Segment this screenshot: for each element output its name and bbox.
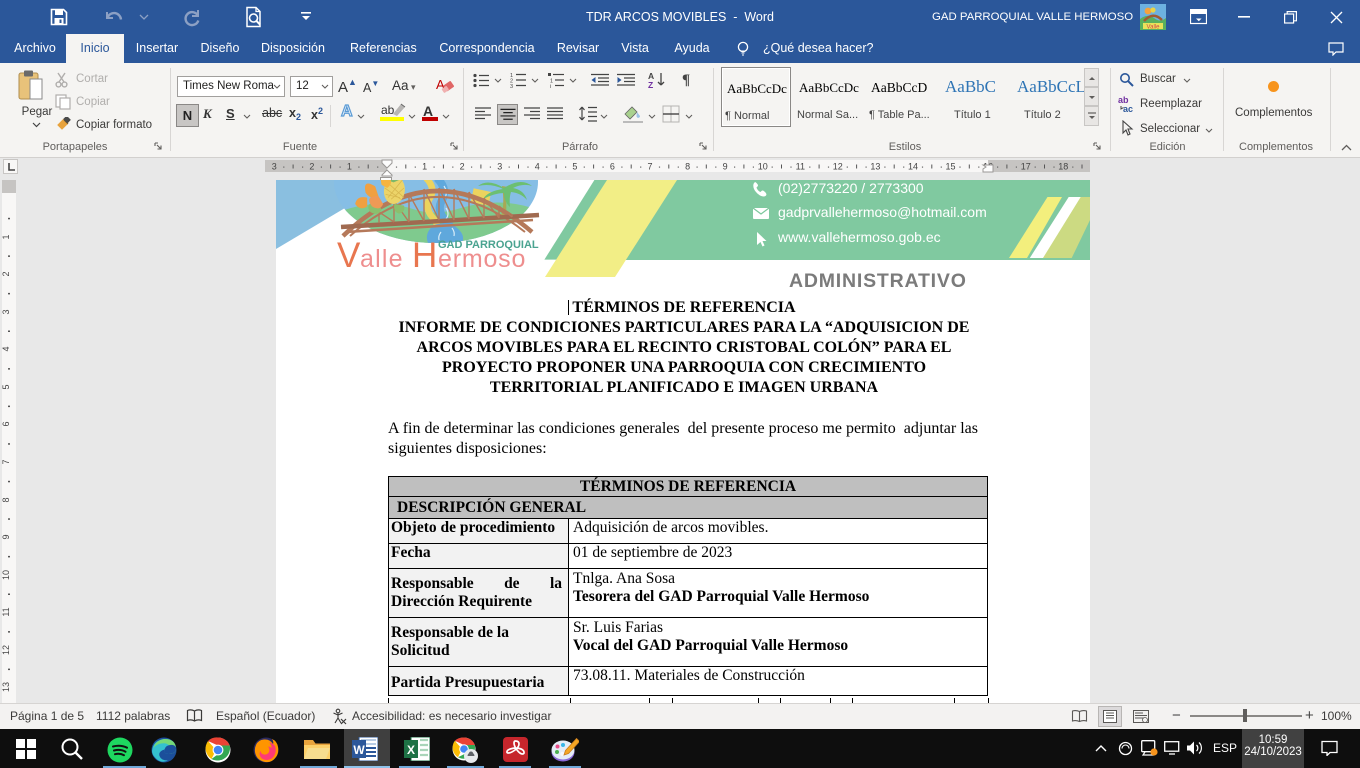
svg-text:12: 12 — [2, 645, 11, 655]
svg-text:15: 15 — [945, 162, 955, 172]
svg-text:3: 3 — [510, 84, 513, 88]
svg-text:i: i — [550, 84, 551, 88]
svg-text:11: 11 — [2, 607, 11, 616]
svg-text:5: 5 — [572, 162, 577, 172]
svg-text:10: 10 — [758, 162, 768, 172]
svg-text:1: 1 — [422, 162, 427, 172]
svg-text:6: 6 — [610, 162, 615, 172]
svg-text:alle: alle — [360, 245, 404, 273]
svg-text:2: 2 — [460, 162, 465, 172]
svg-text:18: 18 — [1058, 162, 1068, 172]
svg-text:(02)2773220 / 2773300: (02)2773220 / 2773300 — [778, 180, 924, 196]
svg-text:3: 3 — [497, 162, 502, 172]
svg-text:ermoso: ermoso — [438, 245, 526, 273]
svg-text:ac: ac — [1123, 104, 1133, 113]
svg-text:8: 8 — [2, 497, 11, 502]
svg-text:6: 6 — [2, 421, 11, 426]
svg-text:1: 1 — [2, 234, 11, 239]
svg-text:7: 7 — [647, 162, 652, 172]
svg-text:H: H — [412, 236, 437, 275]
svg-text:14: 14 — [908, 162, 918, 172]
svg-text:7: 7 — [2, 459, 11, 464]
svg-text:Z: Z — [648, 80, 653, 89]
svg-text:2: 2 — [2, 271, 11, 276]
svg-text:2: 2 — [309, 162, 314, 172]
svg-text:10: 10 — [2, 570, 11, 580]
svg-text:13: 13 — [870, 162, 880, 172]
svg-text:9: 9 — [723, 162, 728, 172]
svg-text:8: 8 — [685, 162, 690, 172]
svg-text:11: 11 — [796, 162, 805, 172]
svg-text:9: 9 — [2, 534, 11, 539]
svg-text:V: V — [337, 236, 361, 275]
svg-text:4: 4 — [2, 346, 11, 351]
svg-text:5: 5 — [2, 384, 11, 389]
svg-text:1: 1 — [347, 162, 352, 172]
svg-text:4: 4 — [535, 162, 540, 172]
svg-text:gadprvallehermoso@hotmail.com: gadprvallehermoso@hotmail.com — [778, 204, 987, 220]
svg-text:3: 3 — [272, 162, 277, 172]
svg-text:Valle: Valle — [1147, 25, 1161, 31]
svg-text:3: 3 — [2, 309, 11, 314]
svg-text:12: 12 — [833, 162, 843, 172]
svg-text:13: 13 — [2, 682, 11, 692]
svg-text:W: W — [353, 743, 365, 757]
svg-text:X: X — [407, 743, 415, 757]
svg-text:www.vallehermoso.gob.ec: www.vallehermoso.gob.ec — [777, 229, 941, 245]
svg-text:17: 17 — [1021, 162, 1031, 172]
